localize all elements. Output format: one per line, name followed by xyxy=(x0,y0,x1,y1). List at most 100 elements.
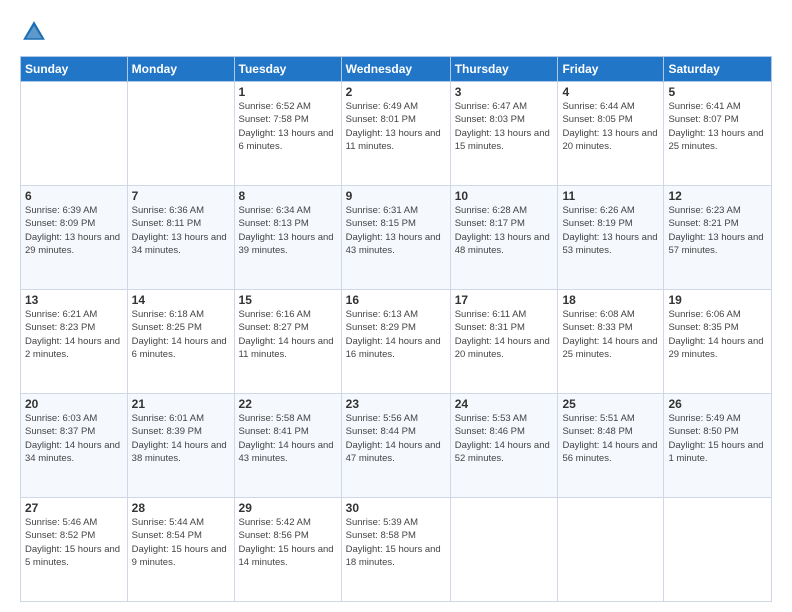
calendar-header-row: SundayMondayTuesdayWednesdayThursdayFrid… xyxy=(21,57,772,82)
day-info: Sunrise: 6:21 AM Sunset: 8:23 PM Dayligh… xyxy=(25,308,123,361)
calendar-week-5: 27Sunrise: 5:46 AM Sunset: 8:52 PM Dayli… xyxy=(21,498,772,602)
calendar-cell: 4Sunrise: 6:44 AM Sunset: 8:05 PM Daylig… xyxy=(558,82,664,186)
calendar-cell: 26Sunrise: 5:49 AM Sunset: 8:50 PM Dayli… xyxy=(664,394,772,498)
calendar-cell: 5Sunrise: 6:41 AM Sunset: 8:07 PM Daylig… xyxy=(664,82,772,186)
day-number: 29 xyxy=(239,501,337,515)
calendar-cell xyxy=(664,498,772,602)
day-info: Sunrise: 5:58 AM Sunset: 8:41 PM Dayligh… xyxy=(239,412,337,465)
day-number: 23 xyxy=(346,397,446,411)
calendar-week-1: 1Sunrise: 6:52 AM Sunset: 7:58 PM Daylig… xyxy=(21,82,772,186)
calendar-cell: 20Sunrise: 6:03 AM Sunset: 8:37 PM Dayli… xyxy=(21,394,128,498)
day-info: Sunrise: 6:44 AM Sunset: 8:05 PM Dayligh… xyxy=(562,100,659,153)
calendar-cell xyxy=(21,82,128,186)
calendar-week-3: 13Sunrise: 6:21 AM Sunset: 8:23 PM Dayli… xyxy=(21,290,772,394)
day-info: Sunrise: 5:44 AM Sunset: 8:54 PM Dayligh… xyxy=(132,516,230,569)
day-info: Sunrise: 5:42 AM Sunset: 8:56 PM Dayligh… xyxy=(239,516,337,569)
day-number: 21 xyxy=(132,397,230,411)
day-number: 28 xyxy=(132,501,230,515)
day-number: 5 xyxy=(668,85,767,99)
day-info: Sunrise: 5:51 AM Sunset: 8:48 PM Dayligh… xyxy=(562,412,659,465)
day-number: 17 xyxy=(455,293,554,307)
day-number: 16 xyxy=(346,293,446,307)
day-info: Sunrise: 6:31 AM Sunset: 8:15 PM Dayligh… xyxy=(346,204,446,257)
day-number: 24 xyxy=(455,397,554,411)
logo xyxy=(20,18,50,46)
day-info: Sunrise: 6:16 AM Sunset: 8:27 PM Dayligh… xyxy=(239,308,337,361)
page: SundayMondayTuesdayWednesdayThursdayFrid… xyxy=(0,0,792,612)
day-number: 18 xyxy=(562,293,659,307)
calendar-table: SundayMondayTuesdayWednesdayThursdayFrid… xyxy=(20,56,772,602)
calendar-cell: 25Sunrise: 5:51 AM Sunset: 8:48 PM Dayli… xyxy=(558,394,664,498)
day-number: 10 xyxy=(455,189,554,203)
day-info: Sunrise: 6:47 AM Sunset: 8:03 PM Dayligh… xyxy=(455,100,554,153)
calendar-cell xyxy=(450,498,558,602)
calendar-cell: 7Sunrise: 6:36 AM Sunset: 8:11 PM Daylig… xyxy=(127,186,234,290)
calendar-cell: 15Sunrise: 6:16 AM Sunset: 8:27 PM Dayli… xyxy=(234,290,341,394)
day-info: Sunrise: 6:26 AM Sunset: 8:19 PM Dayligh… xyxy=(562,204,659,257)
calendar-cell: 29Sunrise: 5:42 AM Sunset: 8:56 PM Dayli… xyxy=(234,498,341,602)
day-number: 14 xyxy=(132,293,230,307)
calendar-cell: 19Sunrise: 6:06 AM Sunset: 8:35 PM Dayli… xyxy=(664,290,772,394)
calendar-cell: 24Sunrise: 5:53 AM Sunset: 8:46 PM Dayli… xyxy=(450,394,558,498)
calendar-cell: 28Sunrise: 5:44 AM Sunset: 8:54 PM Dayli… xyxy=(127,498,234,602)
day-number: 27 xyxy=(25,501,123,515)
calendar-cell: 13Sunrise: 6:21 AM Sunset: 8:23 PM Dayli… xyxy=(21,290,128,394)
day-number: 8 xyxy=(239,189,337,203)
calendar-cell xyxy=(558,498,664,602)
day-number: 19 xyxy=(668,293,767,307)
day-info: Sunrise: 6:39 AM Sunset: 8:09 PM Dayligh… xyxy=(25,204,123,257)
calendar-cell: 12Sunrise: 6:23 AM Sunset: 8:21 PM Dayli… xyxy=(664,186,772,290)
logo-icon xyxy=(20,18,48,46)
day-number: 12 xyxy=(668,189,767,203)
day-number: 4 xyxy=(562,85,659,99)
day-info: Sunrise: 6:28 AM Sunset: 8:17 PM Dayligh… xyxy=(455,204,554,257)
day-number: 20 xyxy=(25,397,123,411)
day-number: 6 xyxy=(25,189,123,203)
day-info: Sunrise: 6:34 AM Sunset: 8:13 PM Dayligh… xyxy=(239,204,337,257)
calendar-week-2: 6Sunrise: 6:39 AM Sunset: 8:09 PM Daylig… xyxy=(21,186,772,290)
calendar-cell: 8Sunrise: 6:34 AM Sunset: 8:13 PM Daylig… xyxy=(234,186,341,290)
calendar-cell: 6Sunrise: 6:39 AM Sunset: 8:09 PM Daylig… xyxy=(21,186,128,290)
day-number: 9 xyxy=(346,189,446,203)
day-info: Sunrise: 5:56 AM Sunset: 8:44 PM Dayligh… xyxy=(346,412,446,465)
day-number: 7 xyxy=(132,189,230,203)
day-header-friday: Friday xyxy=(558,57,664,82)
day-header-saturday: Saturday xyxy=(664,57,772,82)
calendar-cell: 3Sunrise: 6:47 AM Sunset: 8:03 PM Daylig… xyxy=(450,82,558,186)
calendar-cell: 9Sunrise: 6:31 AM Sunset: 8:15 PM Daylig… xyxy=(341,186,450,290)
calendar-cell: 1Sunrise: 6:52 AM Sunset: 7:58 PM Daylig… xyxy=(234,82,341,186)
calendar-cell: 18Sunrise: 6:08 AM Sunset: 8:33 PM Dayli… xyxy=(558,290,664,394)
day-info: Sunrise: 6:06 AM Sunset: 8:35 PM Dayligh… xyxy=(668,308,767,361)
calendar-cell: 10Sunrise: 6:28 AM Sunset: 8:17 PM Dayli… xyxy=(450,186,558,290)
calendar-cell: 22Sunrise: 5:58 AM Sunset: 8:41 PM Dayli… xyxy=(234,394,341,498)
calendar-cell: 17Sunrise: 6:11 AM Sunset: 8:31 PM Dayli… xyxy=(450,290,558,394)
day-header-sunday: Sunday xyxy=(21,57,128,82)
day-header-wednesday: Wednesday xyxy=(341,57,450,82)
calendar-cell xyxy=(127,82,234,186)
day-header-tuesday: Tuesday xyxy=(234,57,341,82)
calendar-cell: 23Sunrise: 5:56 AM Sunset: 8:44 PM Dayli… xyxy=(341,394,450,498)
day-info: Sunrise: 6:13 AM Sunset: 8:29 PM Dayligh… xyxy=(346,308,446,361)
calendar-cell: 11Sunrise: 6:26 AM Sunset: 8:19 PM Dayli… xyxy=(558,186,664,290)
calendar-cell: 21Sunrise: 6:01 AM Sunset: 8:39 PM Dayli… xyxy=(127,394,234,498)
day-number: 22 xyxy=(239,397,337,411)
day-info: Sunrise: 5:46 AM Sunset: 8:52 PM Dayligh… xyxy=(25,516,123,569)
day-header-monday: Monday xyxy=(127,57,234,82)
day-number: 1 xyxy=(239,85,337,99)
day-number: 13 xyxy=(25,293,123,307)
day-info: Sunrise: 6:01 AM Sunset: 8:39 PM Dayligh… xyxy=(132,412,230,465)
calendar-cell: 14Sunrise: 6:18 AM Sunset: 8:25 PM Dayli… xyxy=(127,290,234,394)
calendar-cell: 30Sunrise: 5:39 AM Sunset: 8:58 PM Dayli… xyxy=(341,498,450,602)
day-info: Sunrise: 5:53 AM Sunset: 8:46 PM Dayligh… xyxy=(455,412,554,465)
day-info: Sunrise: 6:18 AM Sunset: 8:25 PM Dayligh… xyxy=(132,308,230,361)
day-number: 30 xyxy=(346,501,446,515)
calendar-cell: 27Sunrise: 5:46 AM Sunset: 8:52 PM Dayli… xyxy=(21,498,128,602)
day-header-thursday: Thursday xyxy=(450,57,558,82)
day-info: Sunrise: 6:11 AM Sunset: 8:31 PM Dayligh… xyxy=(455,308,554,361)
day-info: Sunrise: 6:52 AM Sunset: 7:58 PM Dayligh… xyxy=(239,100,337,153)
day-number: 15 xyxy=(239,293,337,307)
calendar-cell: 16Sunrise: 6:13 AM Sunset: 8:29 PM Dayli… xyxy=(341,290,450,394)
calendar-cell: 2Sunrise: 6:49 AM Sunset: 8:01 PM Daylig… xyxy=(341,82,450,186)
day-info: Sunrise: 6:08 AM Sunset: 8:33 PM Dayligh… xyxy=(562,308,659,361)
day-number: 26 xyxy=(668,397,767,411)
